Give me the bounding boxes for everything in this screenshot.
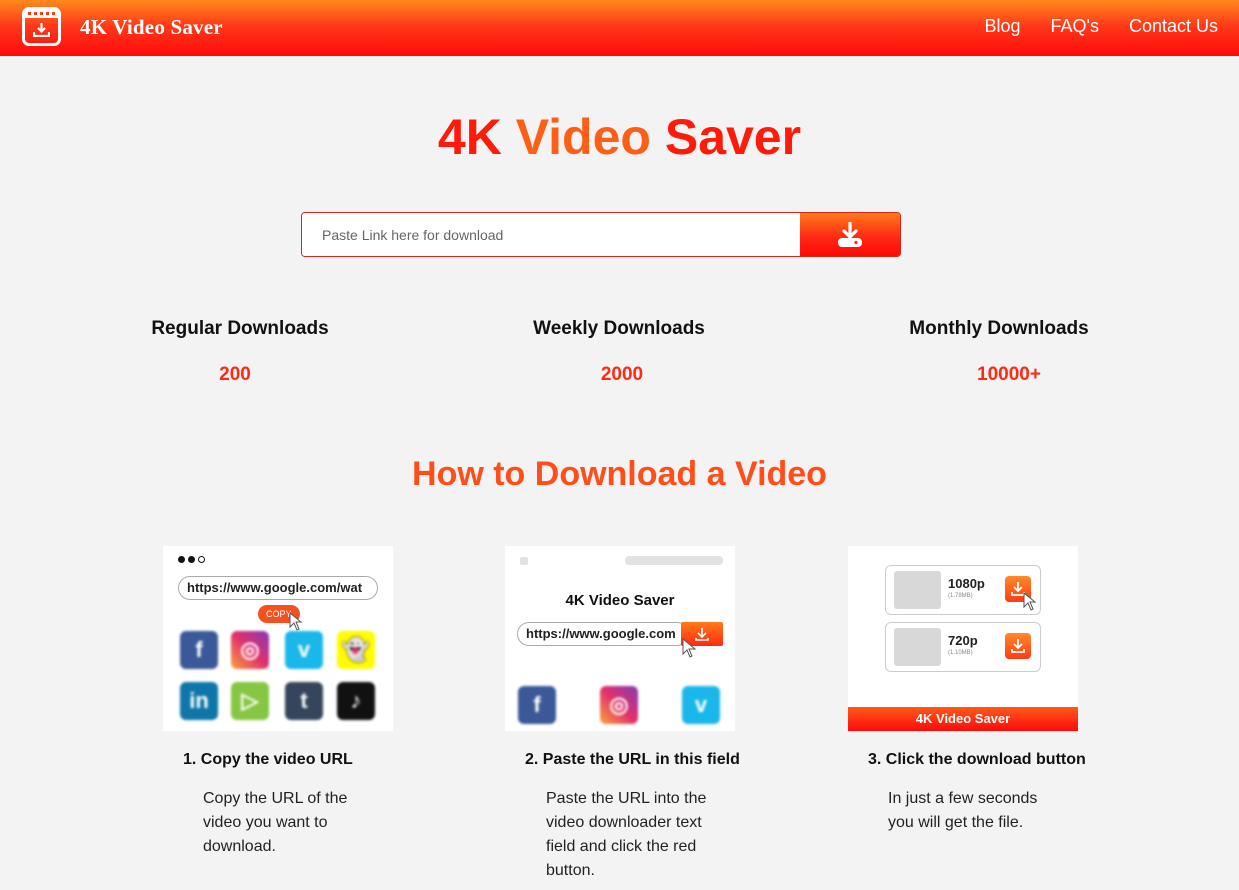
video-thumbnail [894, 628, 941, 666]
stat-monthly: Monthly Downloads 10000+ [849, 318, 1149, 386]
cursor-icon [289, 612, 303, 631]
step-3-illustration: 1080p (1.78MB) 720p (1.10MB) 4K Video Sa… [848, 546, 1078, 731]
step-3-desc: In just a few seconds you will get the f… [888, 790, 1038, 831]
quality-size: (1.10MB) [948, 650, 973, 656]
download-button[interactable] [800, 213, 900, 256]
nav-link-contact[interactable]: Contact Us [1129, 16, 1218, 37]
stat-value: 10000+ [977, 364, 1041, 385]
step-2-desc: Paste the URL into the video downloader … [546, 790, 707, 879]
window-dot [520, 557, 528, 565]
howto-title: How to Download a Video [412, 455, 827, 493]
brand-logo-icon[interactable] [22, 7, 61, 46]
step-3-title: 3. Click the download button [868, 751, 1086, 768]
quality-label: 1080p [948, 576, 985, 591]
illustration-footer: 4K Video Saver [848, 707, 1078, 731]
instagram-icon: ◎ [231, 631, 269, 669]
facebook-icon: f [180, 631, 218, 669]
brand-name[interactable]: 4K Video Saver [80, 15, 223, 40]
snapchat-icon: 👻 [337, 631, 375, 669]
title-part-2: Video [515, 109, 651, 165]
page-title: 4K Video Saver [0, 108, 1239, 166]
stat-weekly: Weekly Downloads 2000 [469, 318, 769, 386]
step-1-illustration: https://www.google.com/wat COPY f ◎ v 👻 … [163, 546, 393, 731]
tiktok-icon: ♪ [337, 682, 375, 720]
quality-row-720p: 720p (1.10MB) [885, 622, 1041, 672]
quality-row-1080p: 1080p (1.78MB) [885, 565, 1041, 615]
title-part-3: Saver [650, 109, 802, 165]
url-input[interactable] [302, 213, 800, 256]
step-2-illustration: 4K Video Saver https://www.google.com f … [505, 546, 735, 731]
video-thumbnail [894, 571, 941, 609]
cursor-icon [682, 638, 697, 658]
download-icon [838, 221, 862, 247]
step-2-title: 2. Paste the URL in this field [525, 751, 740, 768]
quality-label: 720p [948, 633, 978, 648]
url-pill: https://www.google.com/wat [178, 576, 378, 600]
facebook-icon: f [518, 686, 556, 724]
stat-label: Weekly Downloads [533, 318, 705, 339]
stat-label: Regular Downloads [151, 318, 329, 339]
window-dots [178, 556, 205, 563]
url-pill: https://www.google.com [517, 622, 689, 646]
stat-value: 200 [219, 364, 251, 385]
tumblr-icon: t [285, 682, 323, 720]
cursor-icon [1023, 592, 1037, 611]
vimeo-icon: v [682, 686, 720, 724]
title-part-1: 4K [437, 109, 516, 165]
nav-links: Blog FAQ's Contact Us [984, 16, 1218, 37]
linkedin-icon: in [180, 682, 218, 720]
rumble-icon: ▷ [231, 682, 269, 720]
quality-size: (1.78MB) [948, 593, 973, 599]
stat-label: Monthly Downloads [909, 318, 1089, 339]
stat-value: 2000 [600, 364, 644, 385]
nav-link-faqs[interactable]: FAQ's [1051, 16, 1099, 37]
vimeo-icon: v [285, 631, 323, 669]
stat-regular: Regular Downloads 200 [90, 318, 390, 386]
window-bar [625, 556, 723, 565]
top-navbar: 4K Video Saver Blog FAQ's Contact Us [0, 0, 1239, 56]
step-1-desc: Copy the URL of the video you want to do… [203, 790, 348, 855]
search-box [301, 212, 901, 257]
illustration-title: 4K Video Saver [565, 592, 675, 609]
instagram-icon: ◎ [600, 686, 638, 724]
step-1-title: 1. Copy the video URL [183, 751, 353, 768]
mini-download-button [1005, 633, 1031, 659]
nav-link-blog[interactable]: Blog [984, 16, 1020, 37]
